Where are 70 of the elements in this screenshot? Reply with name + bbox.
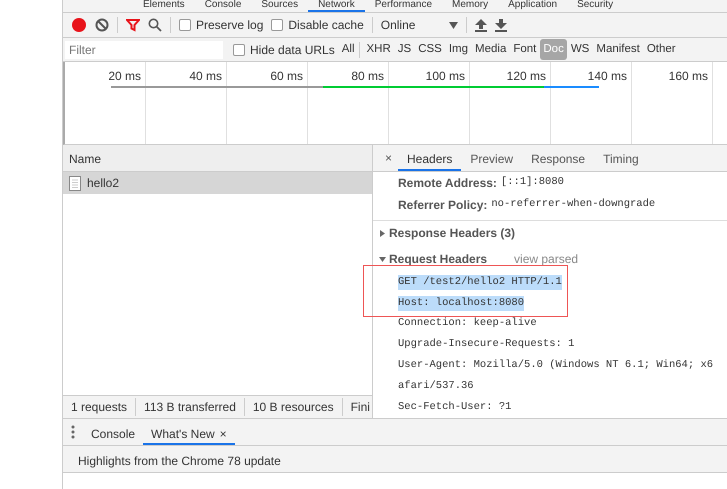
panel-tab[interactable]: Console [194,0,252,12]
panel-tab[interactable]: Application [498,0,568,12]
header-name: Referrer Policy: [398,196,488,214]
tick-label: 120 ms [506,69,546,83]
type-filter[interactable]: CSS [415,38,445,60]
close-button[interactable]: × [220,425,227,443]
tick-label: 20 ms [108,69,141,83]
expanded-triangle-icon[interactable] [379,256,386,263]
type-filter[interactable]: WS [568,38,592,60]
clear-icon[interactable] [95,18,109,32]
collapsed-triangle-icon[interactable] [379,230,386,237]
section-title[interactable]: Response Headers (3) [389,224,516,242]
checkbox[interactable]: Preserve log [179,16,264,34]
tick-label: 80 ms [351,69,384,83]
header-line: Upgrade-Insecure-Requests: 1 [398,337,574,352]
panel-tab[interactable]: Elements [133,0,195,12]
type-filter[interactable]: Media [472,38,510,60]
type-filter[interactable]: Font [510,38,540,60]
summary-text: 10 B resources [244,398,343,416]
header-name: Remote Address: [398,174,497,192]
section-title[interactable]: Request Headers [389,250,488,268]
drawer-tab[interactable]: Console [83,419,144,445]
search-icon[interactable] [148,18,162,32]
panel-tab[interactable]: Memory [442,0,498,12]
tick-label: 140 ms [588,69,627,83]
request-row[interactable]: hello2 [63,172,372,194]
view-parsed-link[interactable]: view parsed [514,250,578,268]
throttling-dropdown[interactable]: Online [380,16,458,34]
summary-text: Fini [342,398,372,416]
filter-field[interactable]: Filter [65,40,223,58]
tab-label: Console [91,426,136,443]
type-filter[interactable]: JS [394,38,414,60]
document-icon [69,176,81,190]
filter-icon[interactable] [126,18,140,32]
record-button[interactable] [71,17,87,33]
tick-label: 100 ms [426,69,465,83]
detail-tab[interactable]: Response [522,145,594,171]
header-line: User-Agent: Mozilla/5.0 (Windows NT 6.1; Win64; x6 [398,358,714,374]
close-button[interactable]: × [379,145,398,171]
type-filter[interactable]: Manifest [593,38,643,60]
detail-tab[interactable]: Headers [398,145,462,171]
header-value: [::1]:8080 [500,174,564,190]
caret-icon [449,22,458,28]
tick-label: 60 ms [270,69,303,83]
type-filter[interactable]: Other [644,38,679,60]
checkbox[interactable]: Hide data URLs [233,40,335,58]
detail-tab[interactable]: Timing [594,145,648,171]
summary-text: 113 B transferred [136,398,245,416]
tick-label: 160 ms [668,69,708,83]
detail-tab[interactable]: Preview [461,145,522,171]
tab-label: What's New [151,426,215,443]
header-value: no-referrer-when-downgrade [491,196,656,212]
column-header[interactable]: Name [63,145,372,172]
type-filter[interactable]: Img [446,38,472,60]
upload-icon[interactable] [475,18,488,32]
type-filter[interactable]: All [338,38,358,60]
more-menu-icon[interactable] [71,425,75,439]
header-line: afari/537.36 [398,378,474,394]
header-line: Connection: keep-alive [398,316,537,332]
tick-label: 40 ms [189,69,222,83]
type-filter[interactable]: XHR [364,38,394,60]
panel-tab[interactable]: Performance [364,0,442,12]
panel-tab[interactable]: Sources [251,0,308,12]
summary-text: 1 requests [63,398,136,416]
request-name: hello2 [87,175,120,192]
drawer-text: Highlights from the Chrome 78 update [78,454,281,468]
panel-tab[interactable]: Security [567,0,624,12]
header-line: Sec-Fetch-User: ?1 [398,400,512,415]
checkbox[interactable]: Disable cache [271,16,364,34]
download-icon[interactable] [495,18,508,32]
